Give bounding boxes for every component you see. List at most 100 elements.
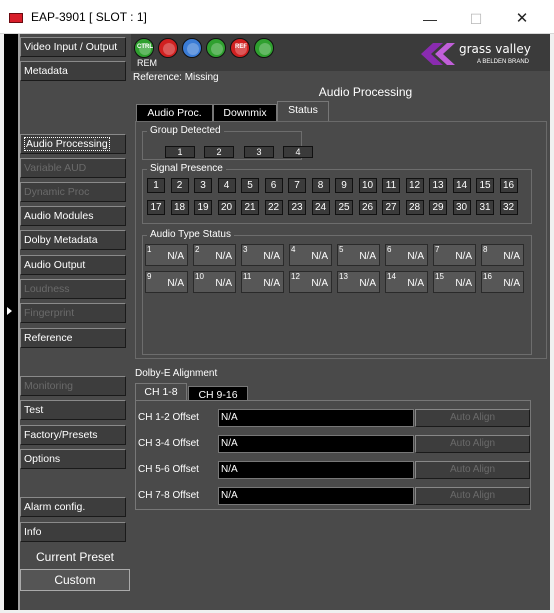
tab-ch-9-16[interactable]: CH 9-16 — [188, 386, 248, 401]
nav-item-label: Dynamic Proc — [24, 186, 90, 198]
nav-item-monitoring[interactable]: Monitoring — [20, 376, 126, 396]
nav-item-label: Audio Processing — [24, 137, 110, 151]
group-indicator: 1 — [165, 146, 195, 158]
group-detected-title: Group Detected — [147, 125, 224, 137]
expand-arrow-icon[interactable] — [7, 307, 12, 315]
offset-value-field[interactable]: N/A — [218, 409, 414, 427]
nav-item-variable-aud[interactable]: Variable AUD — [20, 158, 126, 178]
audio-type-cell: 13 N/A — [337, 271, 380, 293]
navigation-pane: Video Input / Output Metadata Audio Proces… — [4, 34, 131, 610]
offset-label: CH 5-6 Offset — [138, 464, 199, 475]
nav-item-dolby-metadata[interactable]: Dolby Metadata — [20, 230, 126, 250]
audio-type-value: N/A — [167, 278, 184, 289]
signal-indicator: 13 — [429, 178, 447, 193]
signal-indicator: 20 — [217, 200, 236, 215]
tab-downmix[interactable]: Downmix — [213, 104, 277, 121]
offset-label: CH 1-2 Offset — [138, 412, 199, 423]
ctrl-icon[interactable]: CTRL — [134, 38, 154, 58]
arrow-right-icon[interactable] — [158, 38, 178, 58]
audio-type-cell: 14 N/A — [385, 271, 428, 293]
close-button[interactable]: ✕ — [499, 6, 545, 32]
nav-item-reference[interactable]: Reference — [20, 328, 126, 348]
nav-item-label: Fingerprint — [24, 307, 75, 319]
nav-item-label: Reference — [24, 332, 73, 344]
signal-indicator: 25 — [335, 200, 353, 215]
audio-type-status-title: Audio Type Status — [147, 229, 234, 241]
signal-indicator: 28 — [405, 200, 424, 215]
nav-item-audio-modules[interactable]: Audio Modules — [20, 206, 126, 226]
signal-indicator: 21 — [241, 200, 259, 215]
offset-value-field[interactable]: N/A — [218, 487, 414, 505]
tab-status[interactable]: Status — [277, 101, 329, 122]
nav-item-options[interactable]: Options — [20, 449, 126, 469]
merge-icon[interactable] — [182, 38, 202, 58]
nav-item-label: Monitoring — [24, 380, 74, 392]
nav-item-loudness[interactable]: Loudness — [20, 279, 126, 299]
audio-type-value: N/A — [455, 278, 472, 289]
nav-item-dynamic-proc[interactable]: Dynamic Proc — [20, 182, 126, 202]
add-icon[interactable] — [254, 38, 274, 58]
nav-item-info[interactable]: Info — [20, 522, 126, 542]
toolbar-icon-label: REF — [235, 44, 247, 50]
page-title: Audio Processing — [318, 85, 413, 99]
audio-type-cell: 15 N/A — [433, 271, 476, 293]
auto-align-button[interactable]: Auto Align — [415, 461, 530, 479]
signal-indicator: 26 — [358, 200, 377, 215]
audio-type-value: N/A — [407, 251, 424, 262]
offset-value-field[interactable]: N/A — [218, 435, 414, 453]
offset-value-field[interactable]: N/A — [218, 461, 414, 479]
nav-item-factory-presets[interactable]: Factory/Presets — [20, 425, 126, 445]
audio-type-value: N/A — [311, 278, 328, 289]
gv-logo-icon — [421, 43, 455, 65]
audio-type-value: N/A — [455, 251, 472, 262]
maximize-button[interactable]: ☐ — [453, 6, 499, 32]
group-indicator: 4 — [283, 146, 313, 158]
dolby-e-title: Dolby-E Alignment — [135, 368, 218, 379]
nav-item-video-input-output[interactable]: Video Input / Output — [20, 37, 126, 57]
auto-align-button[interactable]: Auto Align — [415, 435, 530, 453]
signal-indicator: 10 — [358, 178, 377, 193]
nav-item-test[interactable]: Test — [20, 400, 126, 420]
tab-ch-1-8[interactable]: CH 1-8 — [135, 383, 187, 401]
nav-item-audio-output[interactable]: Audio Output — [20, 255, 126, 275]
collapse-strip[interactable] — [4, 34, 18, 610]
tab-audio-proc[interactable]: Audio Proc. — [136, 104, 213, 121]
signal-indicator: 19 — [194, 200, 212, 215]
group-indicator: 2 — [204, 146, 234, 158]
signal-indicator: 6 — [264, 178, 283, 193]
grass-valley-logo: grass valley A BELDEN BRAND — [417, 40, 543, 68]
audio-type-cell: 12 N/A — [289, 271, 332, 293]
audio-type-status-box: Audio Type Status 1 N/A 2 N/A 3 N/A 4 N/A 5 N/A 6 N… — [142, 229, 532, 355]
window-title: EAP-3901 [ SLOT : 1] — [31, 10, 147, 24]
minimize-button[interactable]: — — [407, 6, 453, 32]
nav-item-alarm-config[interactable]: Alarm config. — [20, 497, 126, 517]
logo-subtext: A BELDEN BRAND — [477, 59, 530, 65]
signal-indicator: 9 — [335, 178, 353, 193]
audio-type-cell: 4 N/A — [289, 244, 332, 266]
offset-label: CH 3-4 Offset — [138, 438, 199, 449]
nav-item-label: Factory/Presets — [24, 429, 98, 441]
audio-type-cell: 11 N/A — [241, 271, 284, 293]
speaker-icon[interactable] — [206, 38, 226, 58]
signal-indicator: 11 — [382, 178, 400, 193]
nav-item-audio-processing[interactable]: Audio Processing — [20, 134, 126, 154]
signal-indicator: 7 — [288, 178, 306, 193]
nav-item-fingerprint[interactable]: Fingerprint — [20, 303, 126, 323]
signal-indicator: 16 — [499, 178, 518, 193]
auto-align-button[interactable]: Auto Align — [415, 409, 530, 427]
auto-align-button[interactable]: Auto Align — [415, 487, 530, 505]
toolbar: CTRL REF REM grass valley A BELDEN BRAND — [131, 34, 550, 71]
signal-indicator: 8 — [311, 178, 330, 193]
reference-status: Reference: Missing — [133, 72, 219, 83]
signal-indicator: 27 — [382, 200, 400, 215]
content-area: CTRL REF REM grass valley A BELDEN BRAND … — [131, 34, 550, 610]
nav-item-label: Metadata — [24, 65, 68, 77]
audio-type-cell: 16 N/A — [481, 271, 524, 293]
current-preset-value: Custom — [20, 569, 130, 591]
nav-item-metadata[interactable]: Metadata — [20, 61, 126, 81]
audio-type-cell: 7 N/A — [433, 244, 476, 266]
audio-type-value: N/A — [407, 278, 424, 289]
ref-icon[interactable]: REF — [230, 38, 250, 58]
signal-indicator: 1 — [147, 178, 165, 193]
window-titlebar: EAP-3901 [ SLOT : 1] — ☐ ✕ — [0, 0, 554, 34]
